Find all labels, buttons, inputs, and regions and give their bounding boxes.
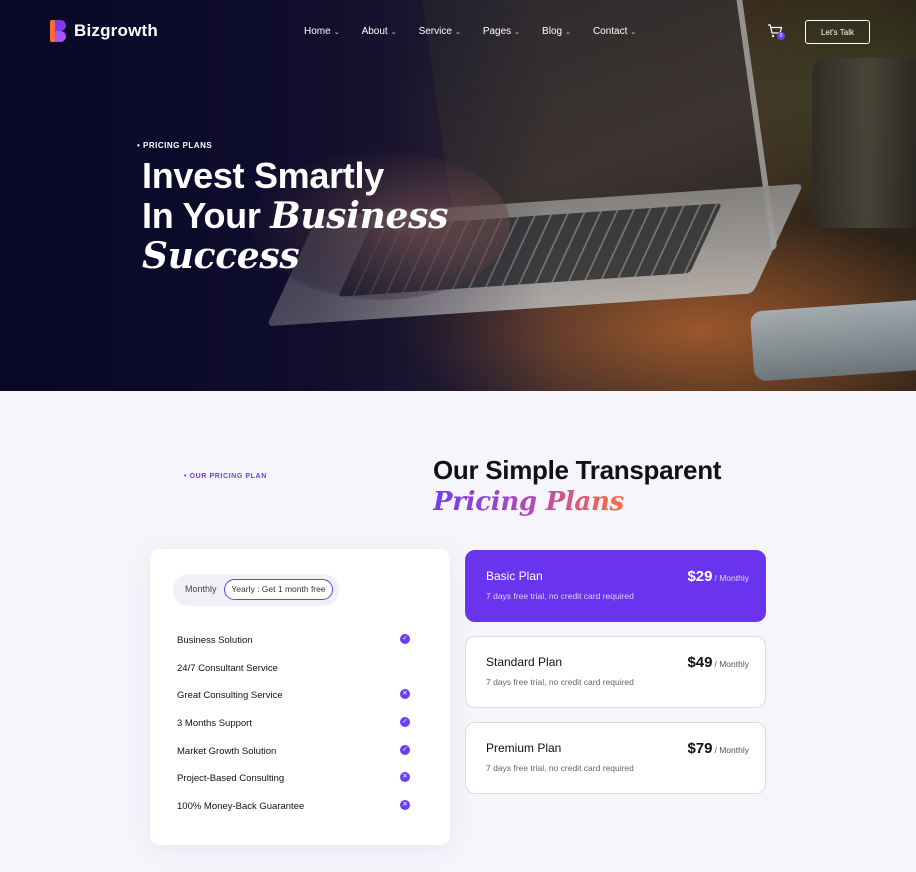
nav-item-about[interactable]: About ⌄ [362, 26, 397, 37]
pricing-title: Our Simple Transparent Pricing Plans [433, 455, 721, 518]
chevron-down-icon: ⌄ [333, 28, 340, 36]
cart-count-badge: 0 [777, 32, 785, 40]
feature-label: 3 Months Support [177, 718, 252, 730]
nav-label: Service [418, 26, 452, 37]
plan-name: Premium Plan [486, 741, 562, 755]
plan-note: 7 days free trial, no credit card requir… [486, 677, 634, 687]
list-item: 3 Months Support ✓ [177, 717, 417, 745]
plan-period: / Monthly [714, 745, 750, 755]
feature-label: Market Growth Solution [177, 745, 277, 757]
plan-price: $29/ Monthly [687, 568, 749, 585]
cross-circle-icon: ✕ [400, 800, 410, 811]
toggle-monthly[interactable]: Monthly [185, 584, 217, 594]
feature-label: Project-Based Consulting [177, 773, 285, 785]
plan-price: $49/ Monthly [687, 654, 749, 671]
nav-item-blog[interactable]: Blog ⌄ [542, 26, 571, 37]
check-circle-icon: ✓ [400, 634, 410, 644]
feature-label: Business Solution [177, 635, 253, 646]
main-nav: Home ⌄ About ⌄ Service ⌄ Pages ⌄ Blog ⌄ Conta… [304, 26, 658, 37]
plan-price-value: $49 [687, 654, 713, 671]
cart-button[interactable]: 0 [767, 24, 785, 40]
chevron-down-icon: ⌄ [630, 28, 637, 36]
site-header: Bizgrowth Home ⌄ About ⌄ Service ⌄ Pages ⌄ B… [0, 0, 916, 64]
chevron-down-icon: ⌄ [390, 28, 397, 36]
brand-name: Bizgrowth [74, 21, 158, 40]
cross-circle-icon: ✕ [400, 772, 410, 783]
hero-title: Invest Smartly In Your Business Success [142, 155, 449, 277]
nav-label: Pages [482, 26, 512, 37]
pricing-title-italic: Pricing Plans [433, 487, 624, 517]
nav-label: Home [304, 26, 331, 37]
plan-price-value: $79 [687, 740, 713, 757]
nav-label: About [361, 26, 388, 37]
feature-list: Business Solution ✓ 24/7 Consultant Serv… [177, 634, 417, 828]
feature-label: 100% Money-Back Guarantee [177, 801, 305, 813]
features-card: Monthly Yearly : Get 1 month free Busine… [150, 549, 450, 845]
plan-name: Basic Plan [486, 569, 543, 583]
plan-card-standard[interactable]: Standard Plan 7 days free trial, no cred… [465, 636, 766, 708]
plan-price-value: $29 [687, 568, 713, 585]
plan-period: / Monthly [714, 573, 750, 583]
hero-title-line1: Invest Smartly [142, 155, 384, 196]
list-item: 100% Money-Back Guarantee ✕ [177, 800, 417, 828]
chevron-down-icon: ⌄ [565, 28, 571, 36]
lets-talk-button[interactable]: Let's Talk [805, 20, 870, 44]
plan-price: $79/ Monthly [687, 740, 749, 757]
plan-card-premium[interactable]: Premium Plan 7 days free trial, no credi… [465, 722, 766, 794]
list-item: 24/7 Consultant Service [177, 662, 417, 690]
feature-label: Great Consulting Service [177, 690, 283, 702]
hero-title-line2-italic: Business [270, 195, 449, 237]
pricing-title-plain: Our Simple Transparent [433, 455, 722, 485]
chevron-down-icon: ⌄ [454, 28, 461, 36]
plan-name: Standard Plan [486, 655, 563, 669]
check-circle-icon: ✓ [400, 744, 410, 755]
nav-item-pages[interactable]: Pages ⌄ [483, 26, 520, 37]
plan-note: 7 days free trial, no credit card requir… [486, 763, 634, 773]
hero-title-line2-plain: In Your [142, 195, 271, 236]
chevron-down-icon: ⌄ [514, 28, 521, 36]
hero-title-line3-italic: Success [142, 235, 300, 277]
pricing-eyebrow: • OUR PRICING PLAN [184, 473, 267, 480]
plan-period: / Monthly [714, 659, 750, 669]
nav-label: Blog [542, 26, 563, 37]
list-item: Project-Based Consulting ✕ [177, 772, 417, 800]
cross-circle-icon: ✕ [400, 689, 410, 700]
check-circle-icon: ✓ [400, 717, 410, 728]
brand-logo[interactable]: Bizgrowth [50, 20, 158, 42]
logo-mark-icon [50, 20, 66, 42]
feature-label: 24/7 Consultant Service [177, 662, 278, 674]
toggle-yearly[interactable]: Yearly : Get 1 month free [224, 579, 333, 600]
nav-item-service[interactable]: Service ⌄ [419, 26, 461, 37]
list-item: Market Growth Solution ✓ [177, 744, 417, 773]
nav-item-contact[interactable]: Contact ⌄ [593, 26, 636, 37]
list-item: Great Consulting Service ✕ [177, 689, 417, 717]
hero-eyebrow: • PRICING PLANS [137, 141, 213, 150]
list-item: Business Solution ✓ [177, 634, 417, 662]
nav-label: Contact [592, 26, 628, 37]
plan-card-basic[interactable]: Basic Plan 7 days free trial, no credit … [465, 550, 766, 622]
plan-note: 7 days free trial, no credit card requir… [486, 591, 634, 601]
billing-toggle: Monthly Yearly : Get 1 month free [173, 574, 339, 606]
nav-item-home[interactable]: Home ⌄ [304, 26, 340, 37]
